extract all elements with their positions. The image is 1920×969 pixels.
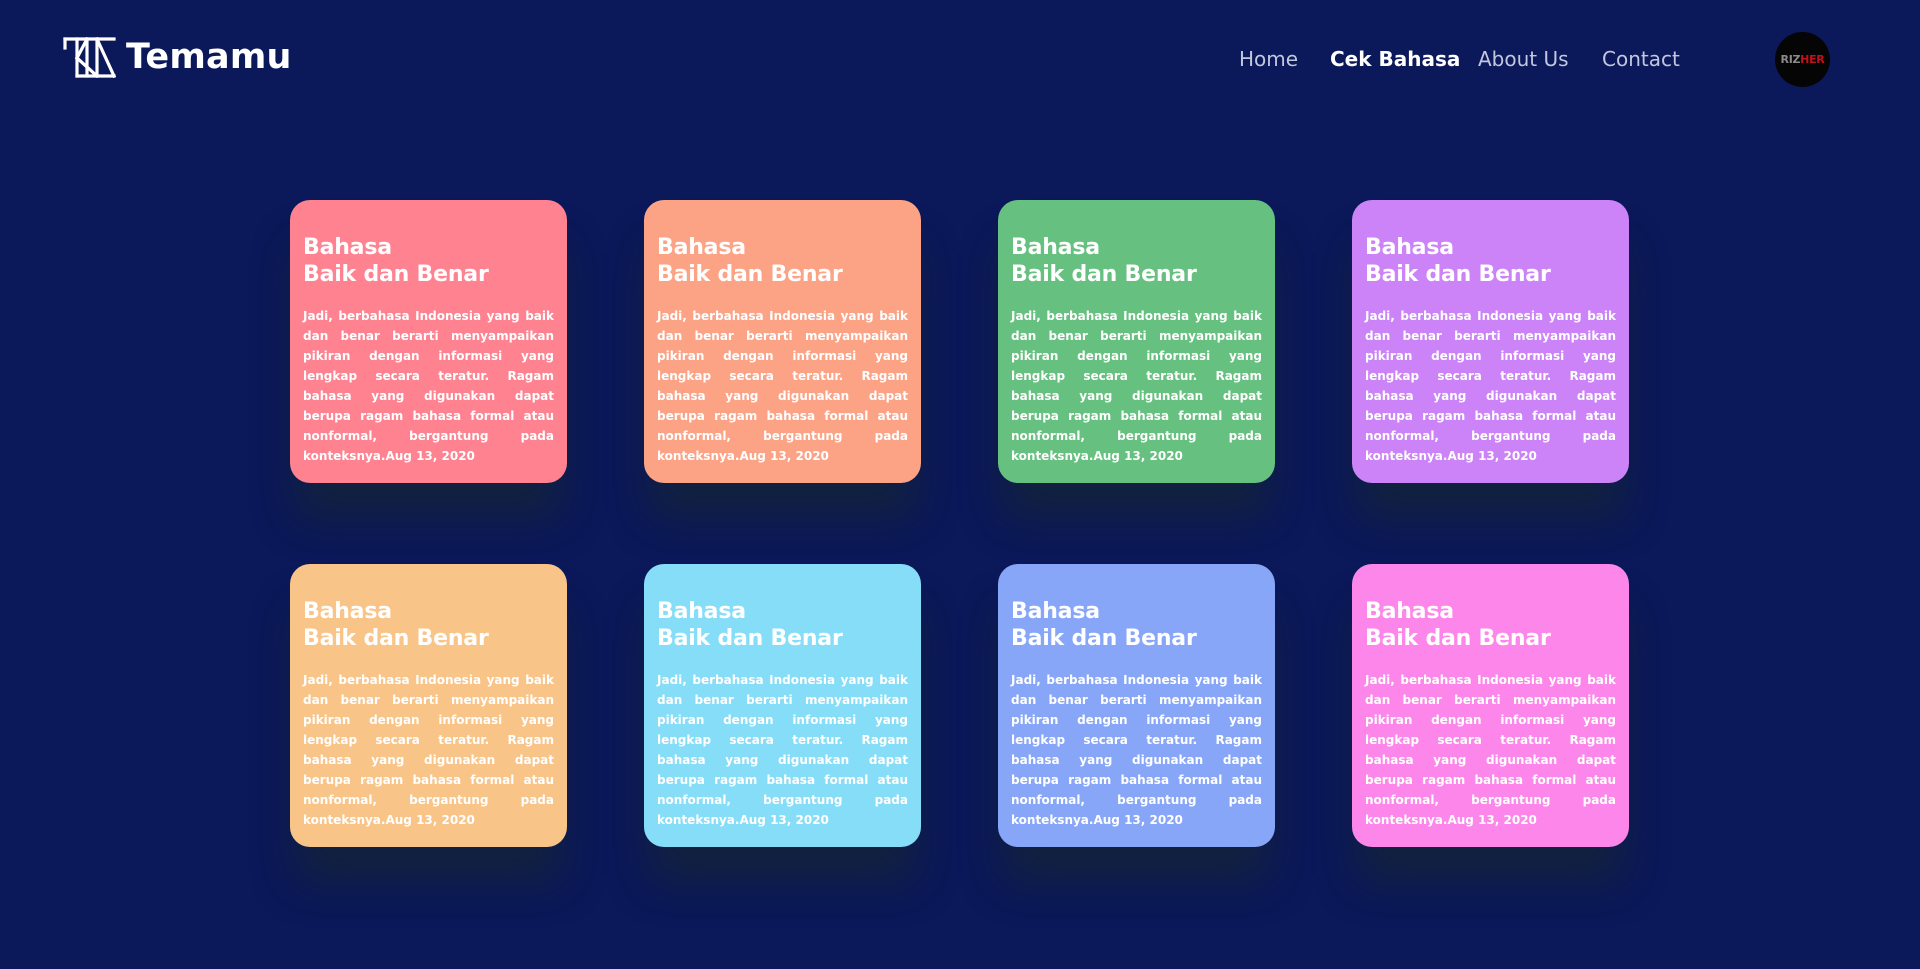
card-title-line1: Bahasa: [303, 599, 392, 624]
card-date: Aug 13, 2020: [739, 449, 829, 463]
brand[interactable]: Temamu: [63, 36, 292, 78]
card[interactable]: Bahasa Baik dan Benar Jadi, berbahasa In…: [1352, 564, 1629, 847]
card-title-line2: Baik dan Benar: [657, 262, 843, 287]
card-title: Bahasa Baik dan Benar: [657, 234, 908, 288]
nav-about-us[interactable]: About Us: [1478, 44, 1569, 74]
card[interactable]: Bahasa Baik dan Benar Jadi, berbahasa In…: [290, 564, 567, 847]
card[interactable]: Bahasa Baik dan Benar Jadi, berbahasa In…: [290, 200, 567, 483]
card-date: Aug 13, 2020: [385, 813, 475, 827]
card-text: Jadi, berbahasa Indonesia yang baik dan …: [1011, 306, 1262, 466]
card-body: Jadi, berbahasa Indonesia yang baik dan …: [303, 673, 554, 827]
card-body: Jadi, berbahasa Indonesia yang baik dan …: [657, 309, 908, 463]
card-body: Jadi, berbahasa Indonesia yang baik dan …: [657, 673, 908, 827]
brand-name: Temamu: [126, 37, 292, 77]
avatar-text-part2: HER: [1800, 53, 1825, 66]
card-text: Jadi, berbahasa Indonesia yang baik dan …: [1365, 670, 1616, 830]
card[interactable]: Bahasa Baik dan Benar Jadi, berbahasa In…: [998, 200, 1275, 483]
card-title-line2: Baik dan Benar: [1365, 626, 1551, 651]
brand-logo-icon: [63, 36, 116, 78]
card-date: Aug 13, 2020: [1447, 813, 1537, 827]
card-title-line2: Baik dan Benar: [1011, 262, 1197, 287]
nav-cek-bahasa[interactable]: Cek Bahasa: [1330, 44, 1460, 74]
card-body: Jadi, berbahasa Indonesia yang baik dan …: [1365, 309, 1616, 463]
card-title-line1: Bahasa: [1365, 235, 1454, 260]
card-title-line1: Bahasa: [657, 599, 746, 624]
card[interactable]: Bahasa Baik dan Benar Jadi, berbahasa In…: [1352, 200, 1629, 483]
card-title-line2: Baik dan Benar: [1365, 262, 1551, 287]
card-title-line1: Bahasa: [1011, 235, 1100, 260]
card-body: Jadi, berbahasa Indonesia yang baik dan …: [303, 309, 554, 463]
card-date: Aug 13, 2020: [385, 449, 475, 463]
card-date: Aug 13, 2020: [1447, 449, 1537, 463]
card[interactable]: Bahasa Baik dan Benar Jadi, berbahasa In…: [998, 564, 1275, 847]
card-title: Bahasa Baik dan Benar: [303, 234, 554, 288]
card-text: Jadi, berbahasa Indonesia yang baik dan …: [303, 306, 554, 466]
card-title-line1: Bahasa: [657, 235, 746, 260]
card-body: Jadi, berbahasa Indonesia yang baik dan …: [1011, 309, 1262, 463]
card-title: Bahasa Baik dan Benar: [1365, 598, 1616, 652]
card-title-line2: Baik dan Benar: [1011, 626, 1197, 651]
card-title: Bahasa Baik dan Benar: [303, 598, 554, 652]
card-title: Bahasa Baik dan Benar: [657, 598, 908, 652]
card-text: Jadi, berbahasa Indonesia yang baik dan …: [657, 670, 908, 830]
card[interactable]: Bahasa Baik dan Benar Jadi, berbahasa In…: [644, 564, 921, 847]
nav-home[interactable]: Home: [1239, 44, 1298, 74]
site-header: Temamu Home Cek Bahasa About Us Contact …: [0, 0, 1920, 120]
card-title-line1: Bahasa: [1011, 599, 1100, 624]
card-title-line2: Baik dan Benar: [657, 626, 843, 651]
card-text: Jadi, berbahasa Indonesia yang baik dan …: [1365, 306, 1616, 466]
card-title-line2: Baik dan Benar: [303, 262, 489, 287]
card-text: Jadi, berbahasa Indonesia yang baik dan …: [657, 306, 908, 466]
card-title: Bahasa Baik dan Benar: [1011, 234, 1262, 288]
card-date: Aug 13, 2020: [739, 813, 829, 827]
card-title-line2: Baik dan Benar: [303, 626, 489, 651]
card[interactable]: Bahasa Baik dan Benar Jadi, berbahasa In…: [644, 200, 921, 483]
card-date: Aug 13, 2020: [1093, 449, 1183, 463]
card-date: Aug 13, 2020: [1093, 813, 1183, 827]
nav-contact[interactable]: Contact: [1602, 44, 1680, 74]
card-body: Jadi, berbahasa Indonesia yang baik dan …: [1011, 673, 1262, 827]
card-title-line1: Bahasa: [1365, 599, 1454, 624]
card-text: Jadi, berbahasa Indonesia yang baik dan …: [1011, 670, 1262, 830]
card-title-line1: Bahasa: [303, 235, 392, 260]
card-body: Jadi, berbahasa Indonesia yang baik dan …: [1365, 673, 1616, 827]
card-title: Bahasa Baik dan Benar: [1011, 598, 1262, 652]
card-title: Bahasa Baik dan Benar: [1365, 234, 1616, 288]
card-text: Jadi, berbahasa Indonesia yang baik dan …: [303, 670, 554, 830]
avatar[interactable]: RIZ HER: [1775, 32, 1830, 87]
avatar-text-part1: RIZ: [1780, 53, 1801, 66]
